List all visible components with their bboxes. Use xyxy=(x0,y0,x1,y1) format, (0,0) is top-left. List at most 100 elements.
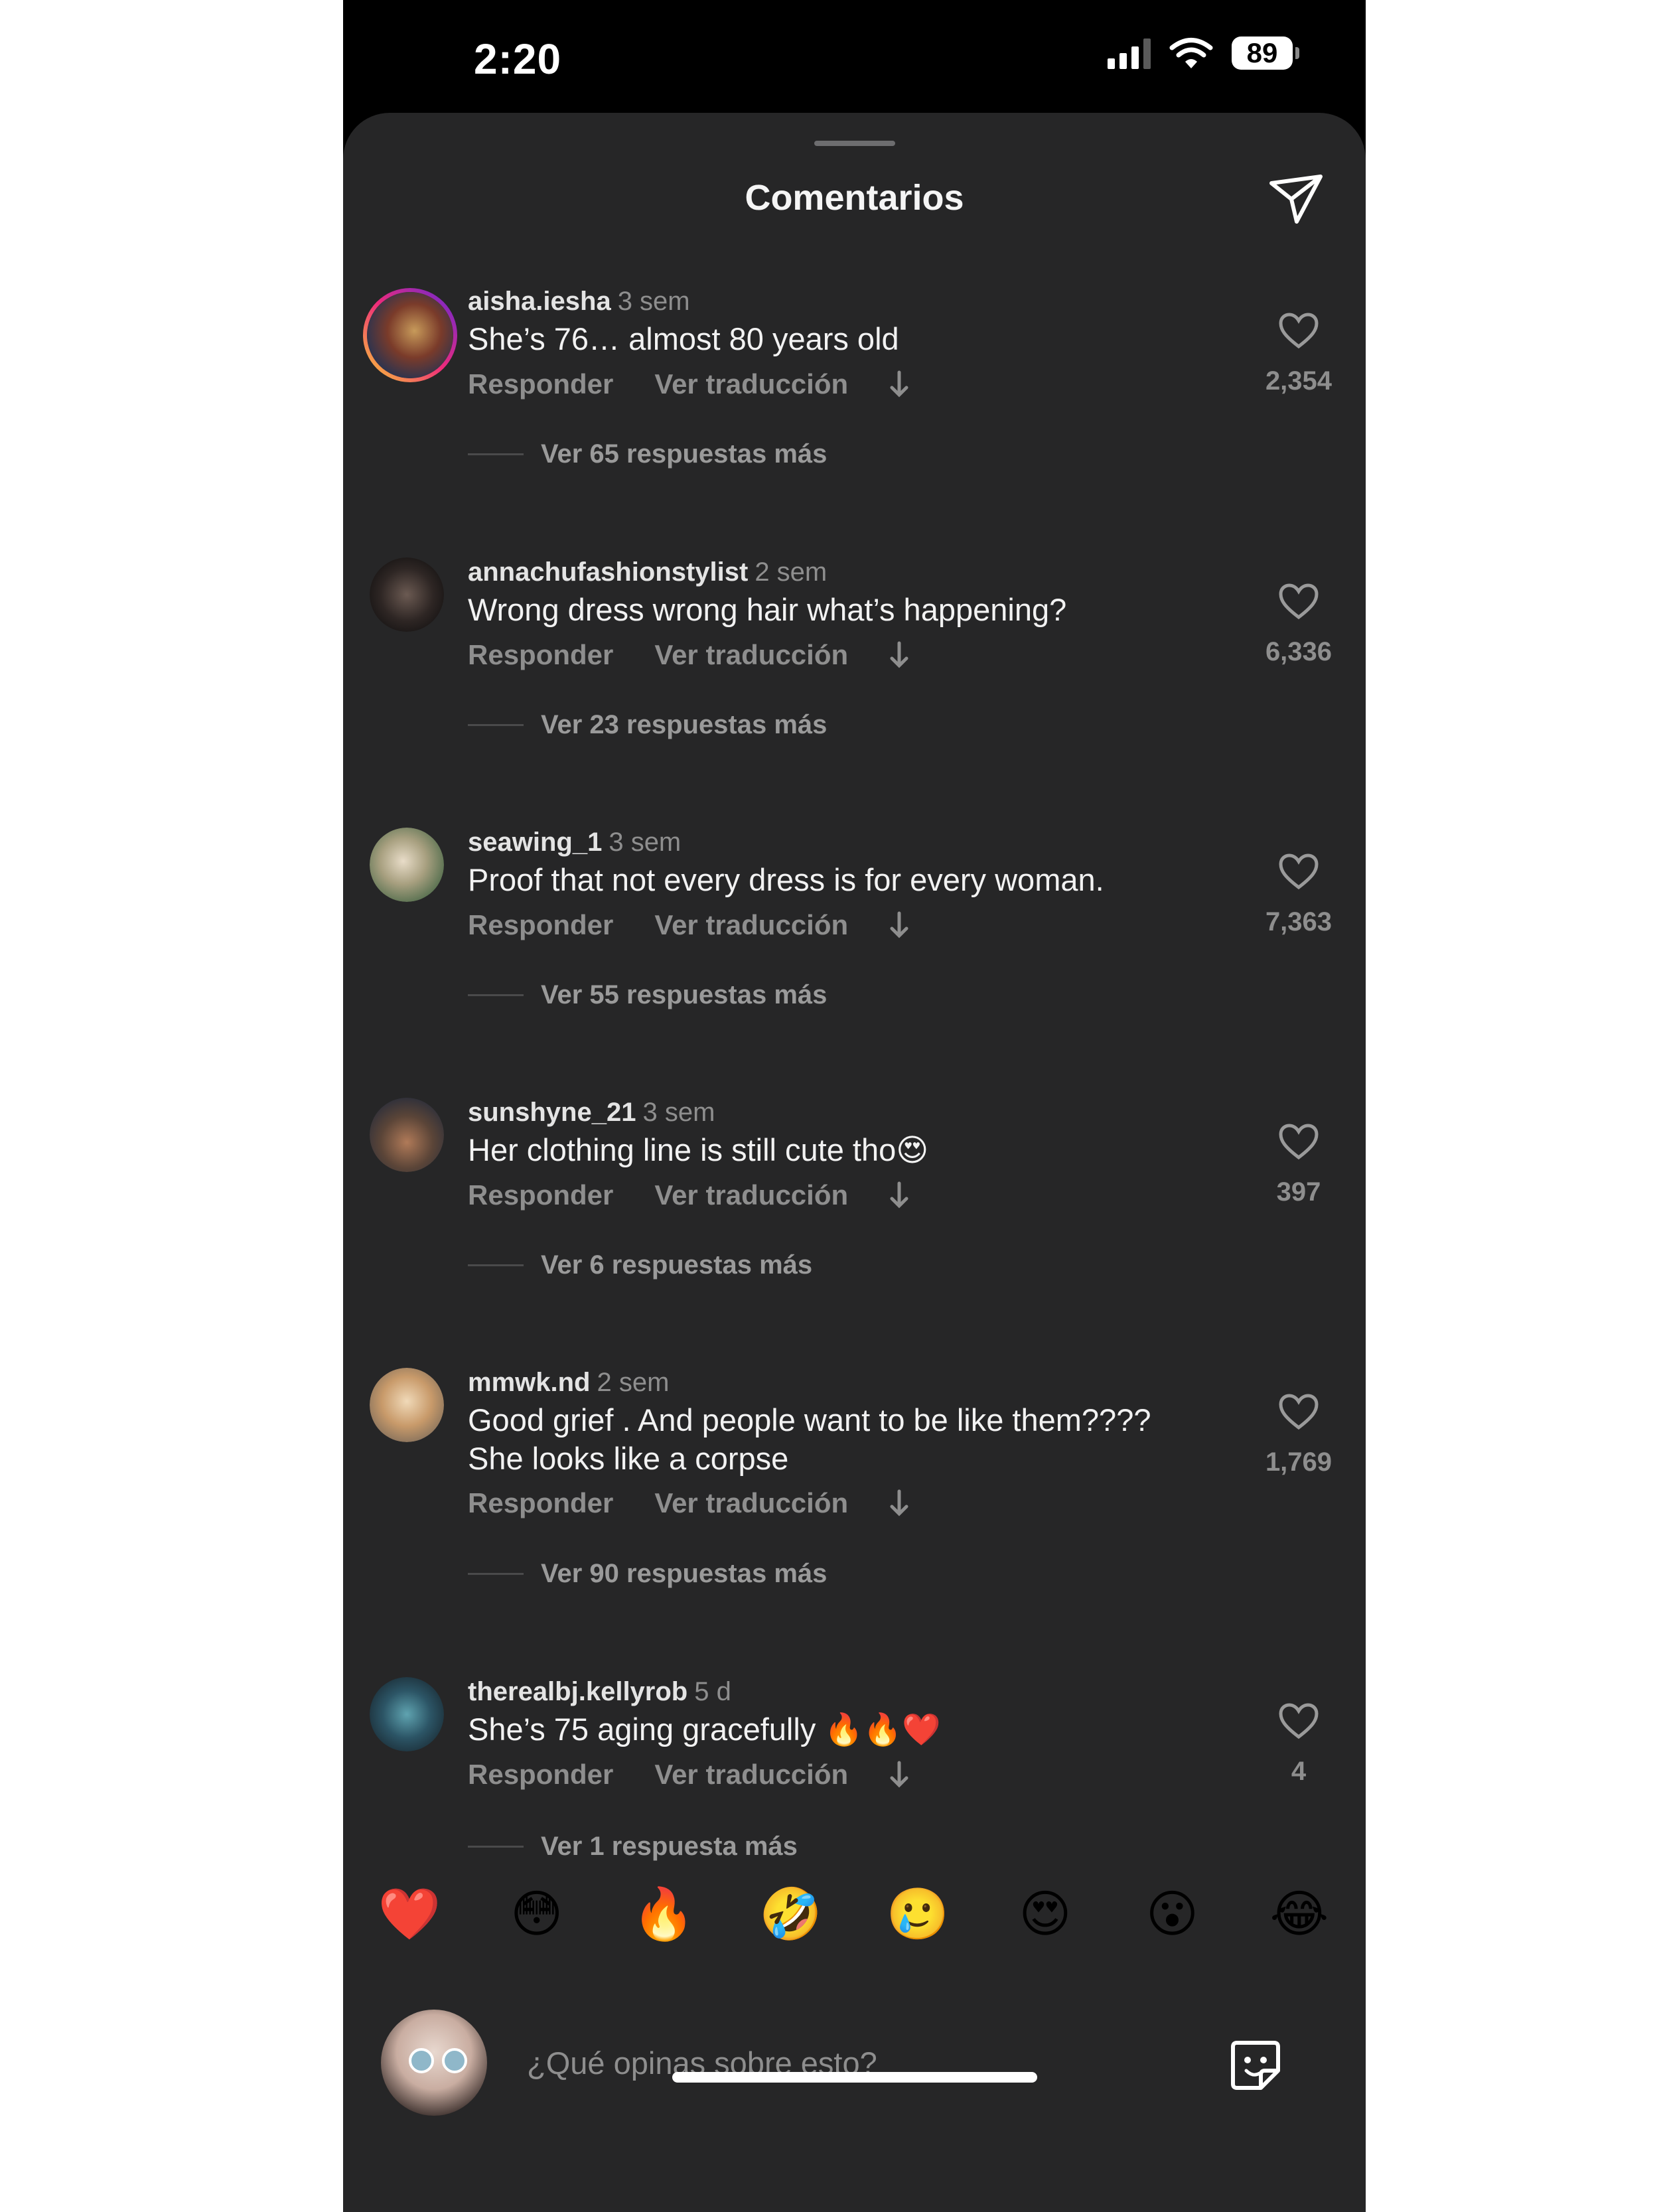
avatar-eye xyxy=(409,2048,434,2073)
emoji-rofl[interactable]: 🤣 xyxy=(758,1881,824,1948)
like-block: 4 xyxy=(1256,1702,1342,1787)
like-count: 4 xyxy=(1291,1757,1307,1786)
reply-button[interactable]: Responder xyxy=(468,1179,613,1211)
share-icon[interactable] xyxy=(1266,169,1326,228)
avatar[interactable] xyxy=(370,1677,444,1751)
avatar-eye xyxy=(442,2048,467,2073)
replies-divider xyxy=(468,994,524,996)
my-avatar xyxy=(381,2010,487,2116)
view-replies-label: Ver 1 respuesta más xyxy=(541,1832,798,1861)
emoji-flushed[interactable]: 😳 xyxy=(504,1881,570,1948)
phone-screen: 2:20 89 Comentarios aisha.iesha 3 sem She… xyxy=(343,0,1366,2212)
emoji-tear-smile[interactable]: 🥲 xyxy=(885,1881,951,1948)
view-replies-button[interactable]: Ver 55 respuestas más xyxy=(468,980,827,1010)
avatar[interactable] xyxy=(370,1368,444,1442)
comment-input[interactable] xyxy=(500,2018,1323,2108)
view-replies-button[interactable]: Ver 6 respuestas más xyxy=(468,1250,812,1280)
comment-text: Wrong dress wrong hair what’s happening? xyxy=(468,592,1067,627)
heart-icon[interactable] xyxy=(1278,583,1319,620)
cellular-signal-icon xyxy=(1108,37,1151,69)
replies-divider xyxy=(468,453,524,455)
heart-icon[interactable] xyxy=(1278,1393,1319,1430)
emoji-heart[interactable]: ❤️ xyxy=(376,1881,443,1948)
wifi-icon xyxy=(1169,38,1213,68)
emoji-heart-eyes[interactable]: 😍 xyxy=(1012,1881,1078,1948)
reply-button[interactable]: Responder xyxy=(468,1487,613,1519)
arrow-down-icon[interactable] xyxy=(889,1489,909,1518)
view-replies-button[interactable]: Ver 90 respuestas más xyxy=(468,1559,827,1589)
translate-button[interactable]: Ver traducción xyxy=(654,639,848,671)
avatar[interactable] xyxy=(370,1098,444,1172)
comment-time: 5 d xyxy=(694,1677,731,1706)
arrow-down-icon[interactable] xyxy=(889,911,909,940)
reply-button[interactable]: Responder xyxy=(468,909,613,941)
translate-button[interactable]: Ver traducción xyxy=(654,1487,848,1519)
replies-divider xyxy=(468,724,524,726)
translate-button[interactable]: Ver traducción xyxy=(654,1179,848,1211)
like-block: 1,769 xyxy=(1256,1393,1342,1477)
arrow-down-icon[interactable] xyxy=(889,370,909,399)
view-replies-label: Ver 55 respuestas más xyxy=(541,980,828,1009)
like-block: 2,354 xyxy=(1256,312,1342,396)
heart-icon[interactable] xyxy=(1278,853,1319,890)
arrow-down-icon[interactable] xyxy=(889,1760,909,1789)
like-count: 6,336 xyxy=(1265,637,1333,666)
comment-text: Her clothing line is still cute tho😍 xyxy=(468,1132,929,1167)
comment-time: 3 sem xyxy=(617,287,690,316)
like-count: 397 xyxy=(1276,1177,1321,1207)
status-icons: 89 xyxy=(1108,37,1299,70)
heart-icon[interactable] xyxy=(1278,1123,1319,1160)
comment-username[interactable]: annachufashionstylist xyxy=(468,557,748,587)
status-time: 2:20 xyxy=(474,35,562,83)
emoji-surprised[interactable]: 😮 xyxy=(1139,1881,1205,1948)
emoji-reaction-bar: ❤️ 😳 🔥 🤣 🥲 😍 😮 😂 xyxy=(376,1881,1333,1948)
comment-text: Good grief . And people want to be like … xyxy=(468,1402,1151,1476)
comment-input-box[interactable] xyxy=(500,2018,1323,2108)
comment-username[interactable]: mmwk.nd xyxy=(468,1368,590,1397)
emoji-fire[interactable]: 🔥 xyxy=(630,1881,697,1948)
comment-username[interactable]: therealbj.kellyrob xyxy=(468,1677,687,1706)
replies-divider xyxy=(468,1264,524,1266)
like-count: 7,363 xyxy=(1265,907,1333,936)
reply-button[interactable]: Responder xyxy=(468,1759,613,1791)
like-count: 2,354 xyxy=(1265,366,1333,396)
view-replies-button[interactable]: Ver 65 respuestas más xyxy=(468,439,827,469)
avatar[interactable] xyxy=(370,557,444,632)
comment-text: She’s 75 aging gracefully 🔥🔥❤️ xyxy=(468,1712,941,1747)
like-block: 7,363 xyxy=(1256,853,1342,937)
comment-username[interactable]: seawing_1 xyxy=(468,828,602,857)
arrow-down-icon[interactable] xyxy=(889,640,909,670)
comment-time: 2 sem xyxy=(597,1368,670,1397)
view-replies-label: Ver 65 respuestas más xyxy=(541,439,828,469)
reply-button[interactable]: Responder xyxy=(468,368,613,400)
comments-list: aisha.iesha 3 sem She’s 76… almost 80 yea… xyxy=(343,279,1366,1984)
view-replies-button[interactable]: Ver 23 respuestas más xyxy=(468,710,827,740)
like-block: 6,336 xyxy=(1256,583,1342,667)
view-replies-button[interactable]: Ver 1 respuesta más xyxy=(468,1832,798,1862)
comments-sheet: Comentarios aisha.iesha 3 sem She’s 76… a… xyxy=(343,113,1366,2212)
comment-composer xyxy=(381,2010,1330,2116)
avatar[interactable] xyxy=(363,288,457,382)
translate-button[interactable]: Ver traducción xyxy=(654,909,848,941)
comment-username[interactable]: aisha.iesha xyxy=(468,287,611,316)
sticker-icon[interactable] xyxy=(1228,2037,1283,2093)
sheet-grabber[interactable] xyxy=(814,141,895,146)
comment-text: She’s 76… almost 80 years old xyxy=(468,321,899,356)
comment-time: 3 sem xyxy=(642,1098,715,1127)
like-count: 1,769 xyxy=(1265,1447,1333,1477)
avatar[interactable] xyxy=(370,828,444,902)
translate-button[interactable]: Ver traducción xyxy=(654,1759,848,1791)
comment-text: Proof that not every dress is for every … xyxy=(468,862,1104,897)
arrow-down-icon[interactable] xyxy=(889,1181,909,1210)
comment-time: 3 sem xyxy=(609,828,682,857)
heart-icon[interactable] xyxy=(1278,1702,1319,1739)
battery-icon: 89 xyxy=(1232,37,1299,70)
emoji-joy[interactable]: 😂 xyxy=(1266,1881,1333,1948)
translate-button[interactable]: Ver traducción xyxy=(654,368,848,400)
home-indicator[interactable] xyxy=(672,2072,1037,2083)
like-block: 397 xyxy=(1256,1123,1342,1207)
heart-icon[interactable] xyxy=(1278,312,1319,349)
reply-button[interactable]: Responder xyxy=(468,639,613,671)
view-replies-label: Ver 23 respuestas más xyxy=(541,710,828,739)
comment-username[interactable]: sunshyne_21 xyxy=(468,1098,636,1127)
